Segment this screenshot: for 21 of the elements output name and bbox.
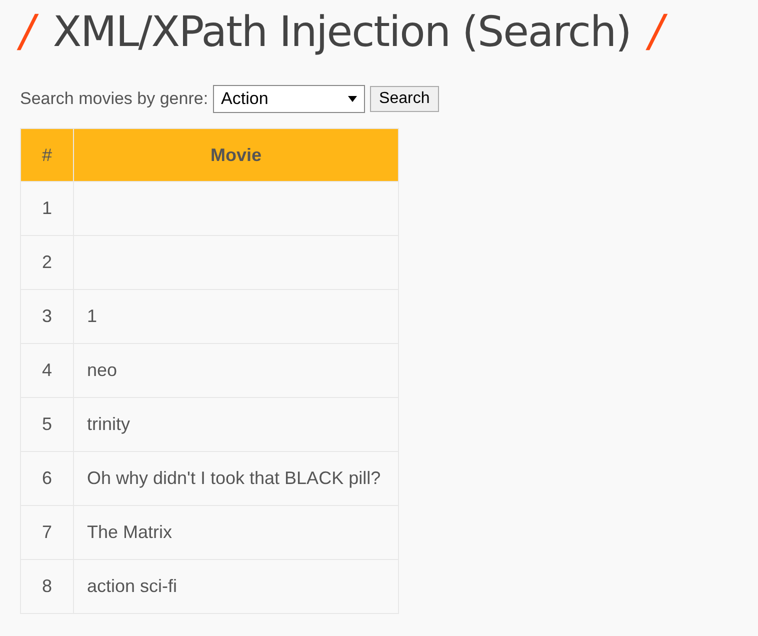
page-title: XML/XPath Injection (Search): [52, 11, 631, 53]
search-label: Search movies by genre:: [20, 88, 208, 110]
table-cell: 8: [20, 560, 74, 614]
table-cell: action sci-fi: [74, 560, 398, 614]
dropdown-arrow-icon: [348, 96, 358, 102]
table-cell: 5: [20, 398, 74, 452]
table-cell: The Matrix: [74, 506, 398, 560]
table-cell: 6: [20, 452, 74, 506]
table-cell: Oh why didn't I took that BLACK pill?: [74, 452, 398, 506]
table-cell: 1: [20, 182, 74, 236]
table-cell: 4: [20, 344, 74, 398]
genre-select[interactable]: Action: [213, 85, 366, 113]
table-cell: 2: [20, 236, 74, 290]
table-cell: 1: [74, 290, 398, 344]
table-cell: 3: [20, 290, 74, 344]
column-header: Movie: [74, 128, 398, 182]
table-cell: neo: [74, 344, 398, 398]
table-cell: trinity: [74, 398, 398, 452]
search-button[interactable]: Search: [370, 86, 439, 112]
column-header: #: [20, 128, 74, 182]
table-cell: 7: [20, 506, 74, 560]
